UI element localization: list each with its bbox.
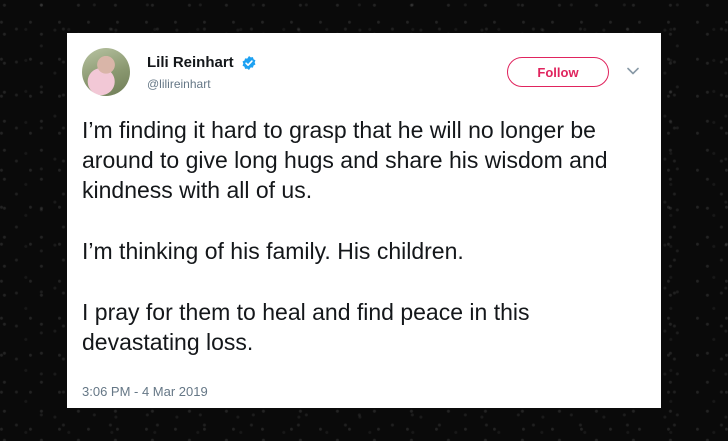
follow-button[interactable]: Follow — [507, 57, 609, 87]
user-handle[interactable]: @lilireinhart — [147, 77, 257, 91]
tweet-text: I’m finding it hard to grasp that he wil… — [82, 115, 642, 357]
tweet-timestamp[interactable]: 3:06 PM - 4 Mar 2019 — [82, 384, 208, 399]
author-block: Lili Reinhart @lilireinhart — [147, 54, 257, 91]
tweet-paragraph: I pray for them to heal and find peace i… — [82, 299, 530, 355]
display-name[interactable]: Lili Reinhart — [147, 54, 234, 71]
tweet-paragraph: I’m finding it hard to grasp that he wil… — [82, 117, 608, 203]
tweet-card: Lili Reinhart @lilireinhart Follow I’m f… — [67, 33, 661, 408]
verified-badge-icon — [241, 55, 257, 71]
avatar[interactable] — [82, 48, 130, 96]
chevron-down-icon[interactable] — [627, 67, 639, 75]
tweet-paragraph: I’m thinking of his family. His children… — [82, 238, 464, 264]
